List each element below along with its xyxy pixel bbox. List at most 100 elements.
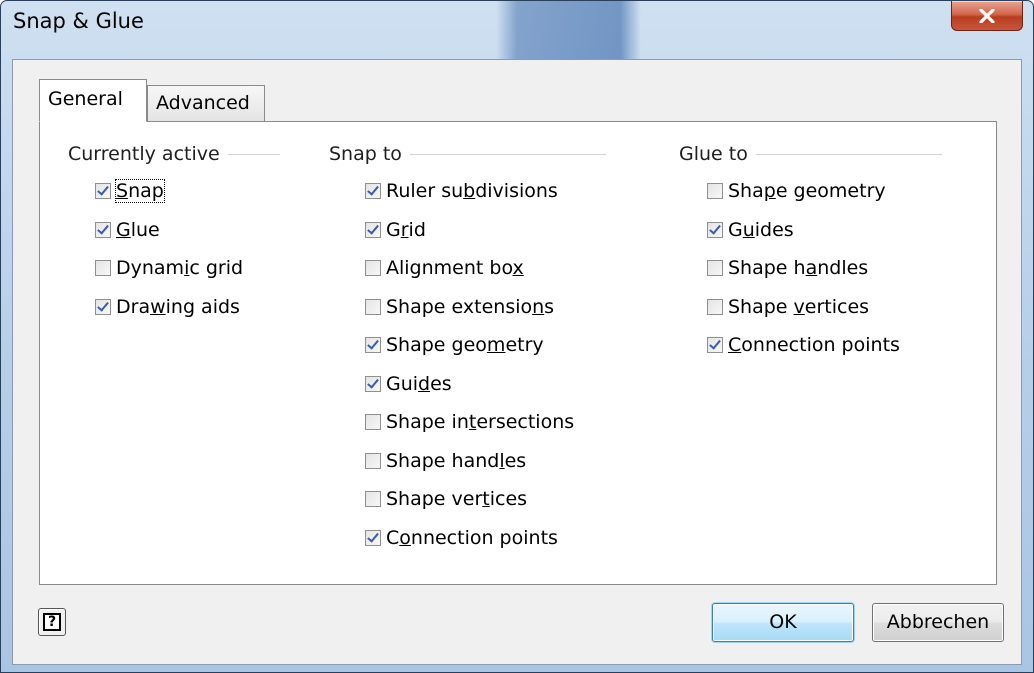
checkbox-box[interactable] bbox=[365, 221, 381, 238]
label-text: divisions bbox=[475, 180, 558, 202]
checkbox-label: Shape handles bbox=[386, 450, 526, 472]
label-text: id bbox=[408, 218, 426, 241]
checkbox-glue-to-2[interactable]: Shape handles bbox=[707, 255, 868, 281]
label-text: etry bbox=[505, 334, 544, 356]
checkbox-label: Alignment box bbox=[386, 257, 524, 279]
checkbox-box[interactable] bbox=[365, 260, 381, 276]
checkbox-glue-to-3[interactable]: Shape vertices bbox=[707, 294, 869, 320]
access-key: d bbox=[418, 372, 431, 395]
label-text: onnection points bbox=[741, 334, 900, 356]
access-key: G bbox=[116, 218, 131, 241]
checkbox-snap-to-8[interactable]: Shape vertices bbox=[365, 486, 527, 512]
access-key: a bbox=[805, 257, 818, 279]
checkbox-snap-to-5[interactable]: Guides bbox=[365, 371, 452, 397]
title-bar[interactable]: Snap & Glue bbox=[1, 1, 1033, 45]
label-text: nnection points bbox=[410, 526, 558, 549]
close-x-icon bbox=[979, 8, 995, 23]
checkbox-glue-to-4[interactable]: Connection points bbox=[707, 332, 900, 358]
checkbox-box[interactable] bbox=[707, 298, 723, 315]
ok-button[interactable]: OK bbox=[712, 603, 854, 642]
checkbox-snap-to-2[interactable]: Alignment box bbox=[365, 255, 524, 281]
access-key: p bbox=[763, 180, 776, 202]
checkbox-label: Dynamic grid bbox=[116, 257, 243, 279]
checkbox-glue-to-0[interactable]: Shape geometry bbox=[707, 178, 886, 204]
checkbox-box[interactable] bbox=[95, 298, 111, 315]
checkbox-label: Guides bbox=[728, 219, 794, 241]
checkbox-snap-to-1[interactable]: Grid bbox=[365, 217, 426, 243]
access-key: t bbox=[482, 488, 490, 510]
access-key: w bbox=[150, 295, 166, 318]
checkbox-box[interactable] bbox=[365, 337, 381, 353]
checkbox-snap-to-6[interactable]: Shape intersections bbox=[365, 409, 574, 435]
checkbox-box[interactable] bbox=[707, 183, 723, 199]
access-key: m bbox=[486, 334, 506, 356]
label-text: ersections bbox=[476, 411, 575, 433]
checkbox-box[interactable] bbox=[707, 260, 723, 276]
checkbox-snap-to-9[interactable]: Connection points bbox=[365, 525, 558, 551]
access-key: n bbox=[532, 295, 545, 318]
checkbox-label: Guides bbox=[386, 373, 452, 395]
help-button[interactable]: ? bbox=[38, 608, 66, 636]
checkbox-glue-to-1[interactable]: Guides bbox=[707, 217, 794, 243]
label-text: C bbox=[386, 526, 400, 549]
label-text: Ruler su bbox=[386, 180, 464, 202]
checkbox-box[interactable] bbox=[365, 529, 381, 546]
window-title: Snap & Glue bbox=[13, 9, 144, 33]
checkbox-label: Glue bbox=[116, 219, 160, 241]
label-text: ices bbox=[489, 488, 528, 510]
checkbox-box[interactable] bbox=[95, 183, 111, 199]
checkbox-label: Shape handles bbox=[728, 257, 868, 279]
cancel-button[interactable]: Abbrechen bbox=[872, 603, 1004, 642]
group-snap-to-title: Snap to bbox=[329, 143, 606, 165]
tab-general[interactable]: General bbox=[39, 79, 147, 122]
checkbox-label: Shape vertices bbox=[386, 488, 527, 510]
checkbox-box[interactable] bbox=[365, 375, 381, 392]
checkbox-box[interactable] bbox=[365, 491, 381, 507]
checkbox-label: Snap bbox=[115, 179, 165, 203]
label-text: Dra bbox=[116, 295, 151, 318]
checkbox-box[interactable] bbox=[707, 221, 723, 238]
label-text: Shape in bbox=[386, 411, 469, 433]
checkbox-label: Ruler subdivisions bbox=[386, 180, 558, 202]
checkbox-box[interactable] bbox=[365, 414, 381, 430]
close-button[interactable] bbox=[951, 1, 1023, 31]
checkbox-snap-to-4[interactable]: Shape geometry bbox=[365, 332, 544, 358]
checkbox-box[interactable] bbox=[365, 452, 381, 469]
label-text: c grid bbox=[189, 257, 244, 279]
group-glue-to-title: Glue to bbox=[679, 143, 942, 165]
snap-glue-dialog: Snap & Glue General Advanced Currently a… bbox=[0, 0, 1034, 673]
checkbox-box[interactable] bbox=[365, 183, 381, 199]
checkbox-currently-active-2[interactable]: Dynamic grid bbox=[95, 255, 243, 281]
label-text: Shape ver bbox=[386, 488, 483, 510]
label-text: Dynam bbox=[116, 257, 185, 279]
checkbox-currently-active-0[interactable]: Snap bbox=[95, 178, 165, 204]
group-snap-to-label: Snap to bbox=[329, 143, 402, 165]
access-key: r bbox=[400, 218, 409, 241]
checkbox-label: Drawing aids bbox=[116, 296, 240, 318]
checkbox-snap-to-0[interactable]: Ruler subdivisions bbox=[365, 178, 558, 204]
checkbox-box[interactable] bbox=[95, 221, 111, 238]
access-key: v bbox=[793, 295, 805, 318]
checkbox-snap-to-7[interactable]: Shape handles bbox=[365, 448, 526, 474]
label-text: Shape extensio bbox=[386, 295, 533, 318]
checkbox-label: Grid bbox=[386, 219, 426, 241]
access-key: o bbox=[399, 526, 411, 549]
label-text: Gui bbox=[386, 372, 419, 395]
checkbox-box[interactable] bbox=[95, 260, 111, 276]
checkbox-currently-active-3[interactable]: Drawing aids bbox=[95, 294, 240, 320]
checkbox-box[interactable] bbox=[365, 298, 381, 315]
label-text: s bbox=[544, 295, 555, 318]
checkbox-label: Shape geometry bbox=[728, 180, 886, 202]
checkbox-box[interactable] bbox=[707, 337, 723, 353]
checkbox-snap-to-3[interactable]: Shape extensions bbox=[365, 294, 554, 320]
label-text: es bbox=[430, 372, 452, 395]
access-key: x bbox=[512, 257, 524, 279]
label-text: Shape h bbox=[728, 257, 806, 279]
label-text: G bbox=[728, 218, 743, 241]
checkbox-label: Shape geometry bbox=[386, 334, 544, 356]
help-question-icon: ? bbox=[43, 613, 61, 631]
tab-advanced[interactable]: Advanced bbox=[147, 85, 265, 121]
checkbox-currently-active-1[interactable]: Glue bbox=[95, 217, 160, 243]
checkbox-label: Shape vertices bbox=[728, 296, 869, 318]
dialog-client-area: General Advanced Currently active Snap Gl… bbox=[12, 59, 1022, 665]
